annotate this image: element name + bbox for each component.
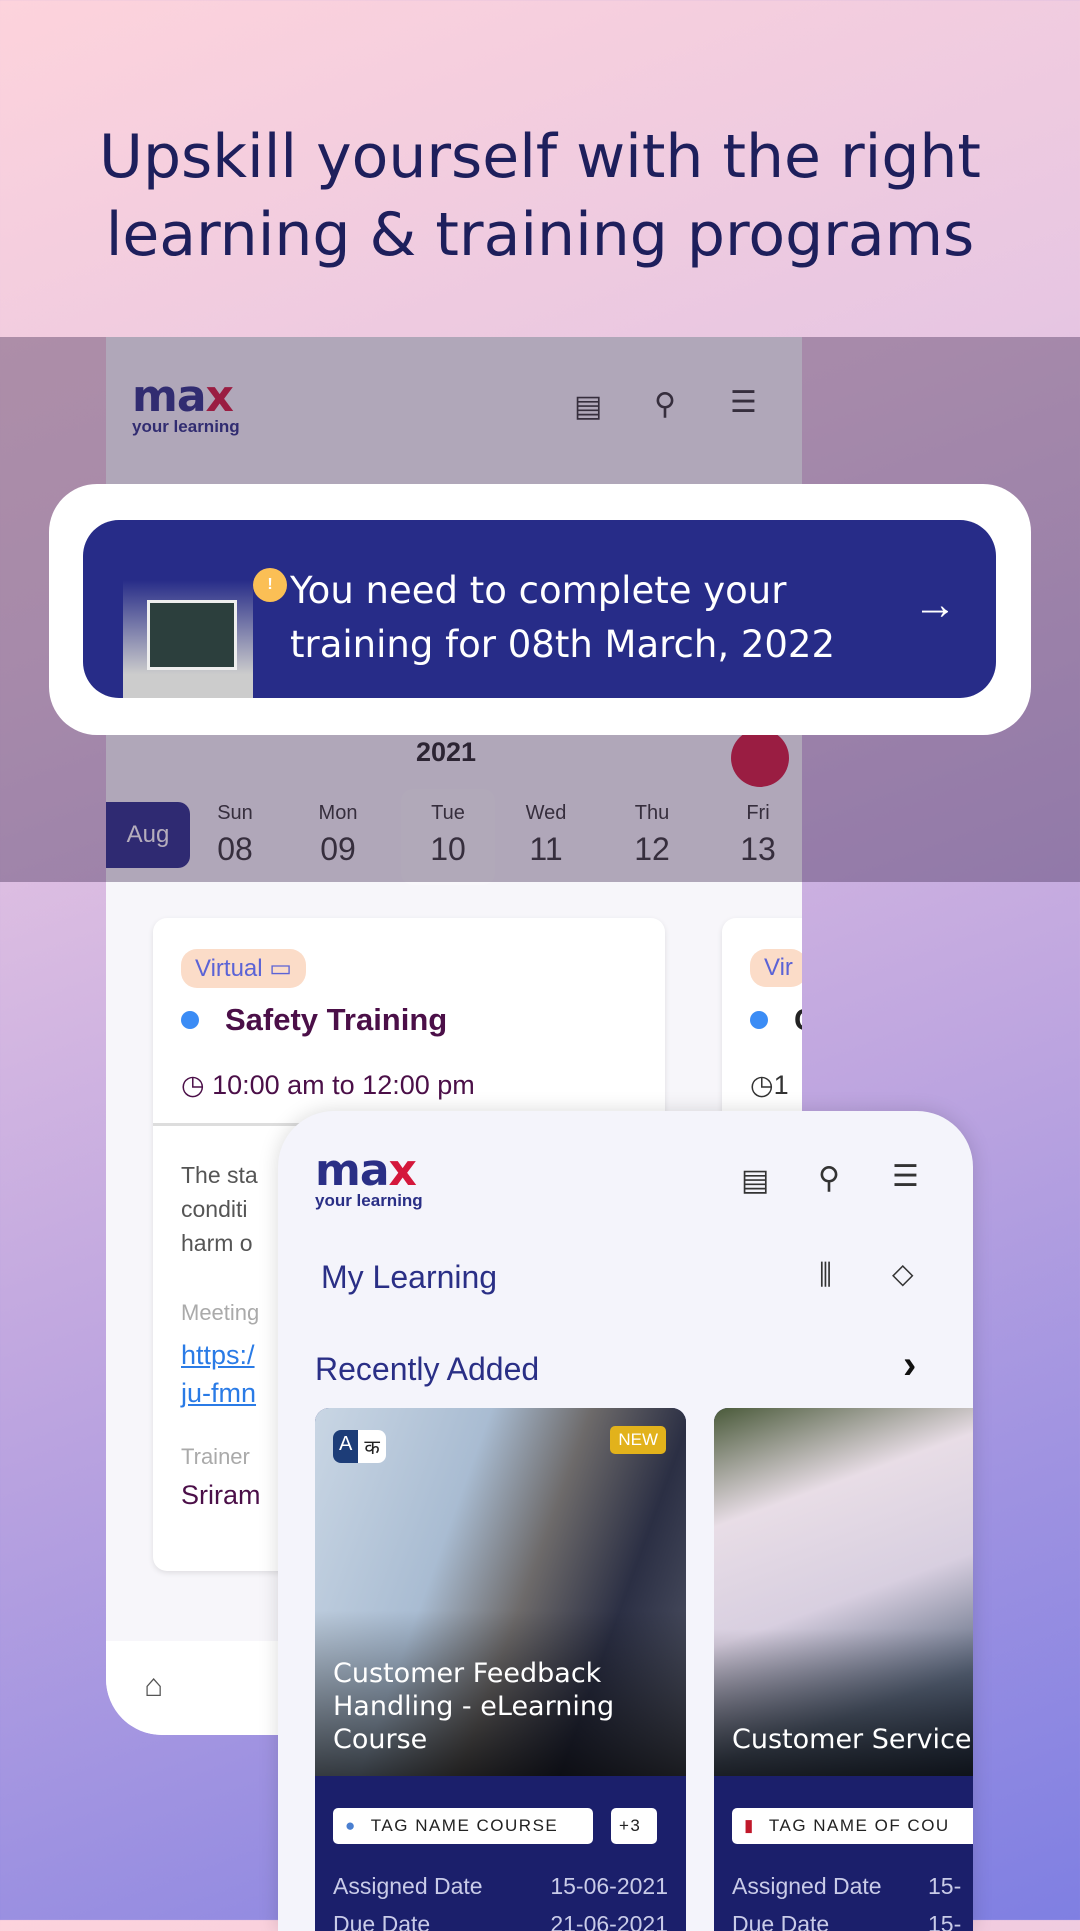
course-title: Customer Feedback Handling - eLearning C… bbox=[333, 1658, 615, 1755]
arrow-right-icon[interactable]: → bbox=[913, 580, 957, 630]
my-learning-title: My Learning bbox=[321, 1259, 498, 1295]
book-icon: ▮ bbox=[744, 1816, 755, 1835]
training-reminder-banner[interactable]: ! You need to complete your training for … bbox=[83, 520, 996, 698]
meeting-link[interactable]: https:/ju-fmn bbox=[181, 1336, 256, 1412]
training-reminder-card[interactable]: ! You need to complete your training for … bbox=[49, 484, 1031, 735]
course-card[interactable]: Aक NEW Customer Feedback Handling - eLea… bbox=[315, 1408, 686, 1931]
due-date-value: 15- bbox=[928, 1911, 962, 1931]
course-tag: ● TAG NAME COURSE bbox=[333, 1808, 593, 1844]
session-title: Safety Training bbox=[225, 1002, 448, 1037]
phone-my-learning-screen: max your learning ▤ ⚲ ☰ My Learning ⫼ ◇ … bbox=[278, 1111, 973, 1931]
more-tags-badge[interactable]: +3 bbox=[611, 1808, 657, 1844]
session-time: ◷ 10:00 am to 12:00 pm bbox=[181, 1070, 475, 1100]
search-icon[interactable]: ⚲ bbox=[818, 1161, 840, 1196]
menu-icon[interactable]: ☰ bbox=[892, 1159, 919, 1194]
reminder-text: You need to complete your training for 08… bbox=[290, 569, 836, 666]
trainer-name: Sriram bbox=[181, 1480, 261, 1510]
library-icon[interactable]: ⫼ bbox=[819, 1259, 832, 1292]
chevron-right-icon[interactable]: › bbox=[903, 1343, 916, 1388]
session-description: The sta conditi harm o bbox=[181, 1162, 258, 1256]
course-card[interactable]: Customer Service ▮ TAG NAME OF COU Assign… bbox=[714, 1408, 973, 1931]
mode-badge: Virtual ▭ bbox=[181, 949, 306, 988]
new-badge: NEW bbox=[610, 1426, 666, 1454]
alert-icon: ! bbox=[253, 568, 287, 602]
assigned-date-value: 15- bbox=[928, 1873, 962, 1899]
news-icon[interactable]: ▤ bbox=[741, 1163, 769, 1198]
due-date-label: Due Date bbox=[732, 1911, 830, 1931]
assigned-date-label: Assigned Date bbox=[732, 1873, 882, 1899]
home-icon[interactable]: ⌂ bbox=[144, 1667, 163, 1704]
video-icon: ▭ bbox=[269, 955, 292, 982]
teacher-illustration: ! bbox=[123, 568, 287, 698]
headline: Upskill yourself with the right learning… bbox=[99, 122, 981, 270]
language-icon: Aक bbox=[333, 1430, 386, 1463]
status-dot bbox=[181, 1011, 199, 1029]
recently-added-title: Recently Added bbox=[315, 1351, 540, 1387]
course-tag: ▮ TAG NAME OF COU bbox=[732, 1808, 973, 1844]
course-title: Customer Service bbox=[732, 1724, 972, 1755]
tag-icon: ● bbox=[345, 1816, 357, 1835]
course-image: Customer Service bbox=[714, 1408, 973, 1776]
clock-icon: ◷ bbox=[181, 1070, 205, 1100]
logo: max your learning bbox=[315, 1145, 423, 1211]
course-image: Aक NEW Customer Feedback Handling - eLea… bbox=[315, 1408, 686, 1776]
tag-icon[interactable]: ◇ bbox=[892, 1257, 914, 1290]
